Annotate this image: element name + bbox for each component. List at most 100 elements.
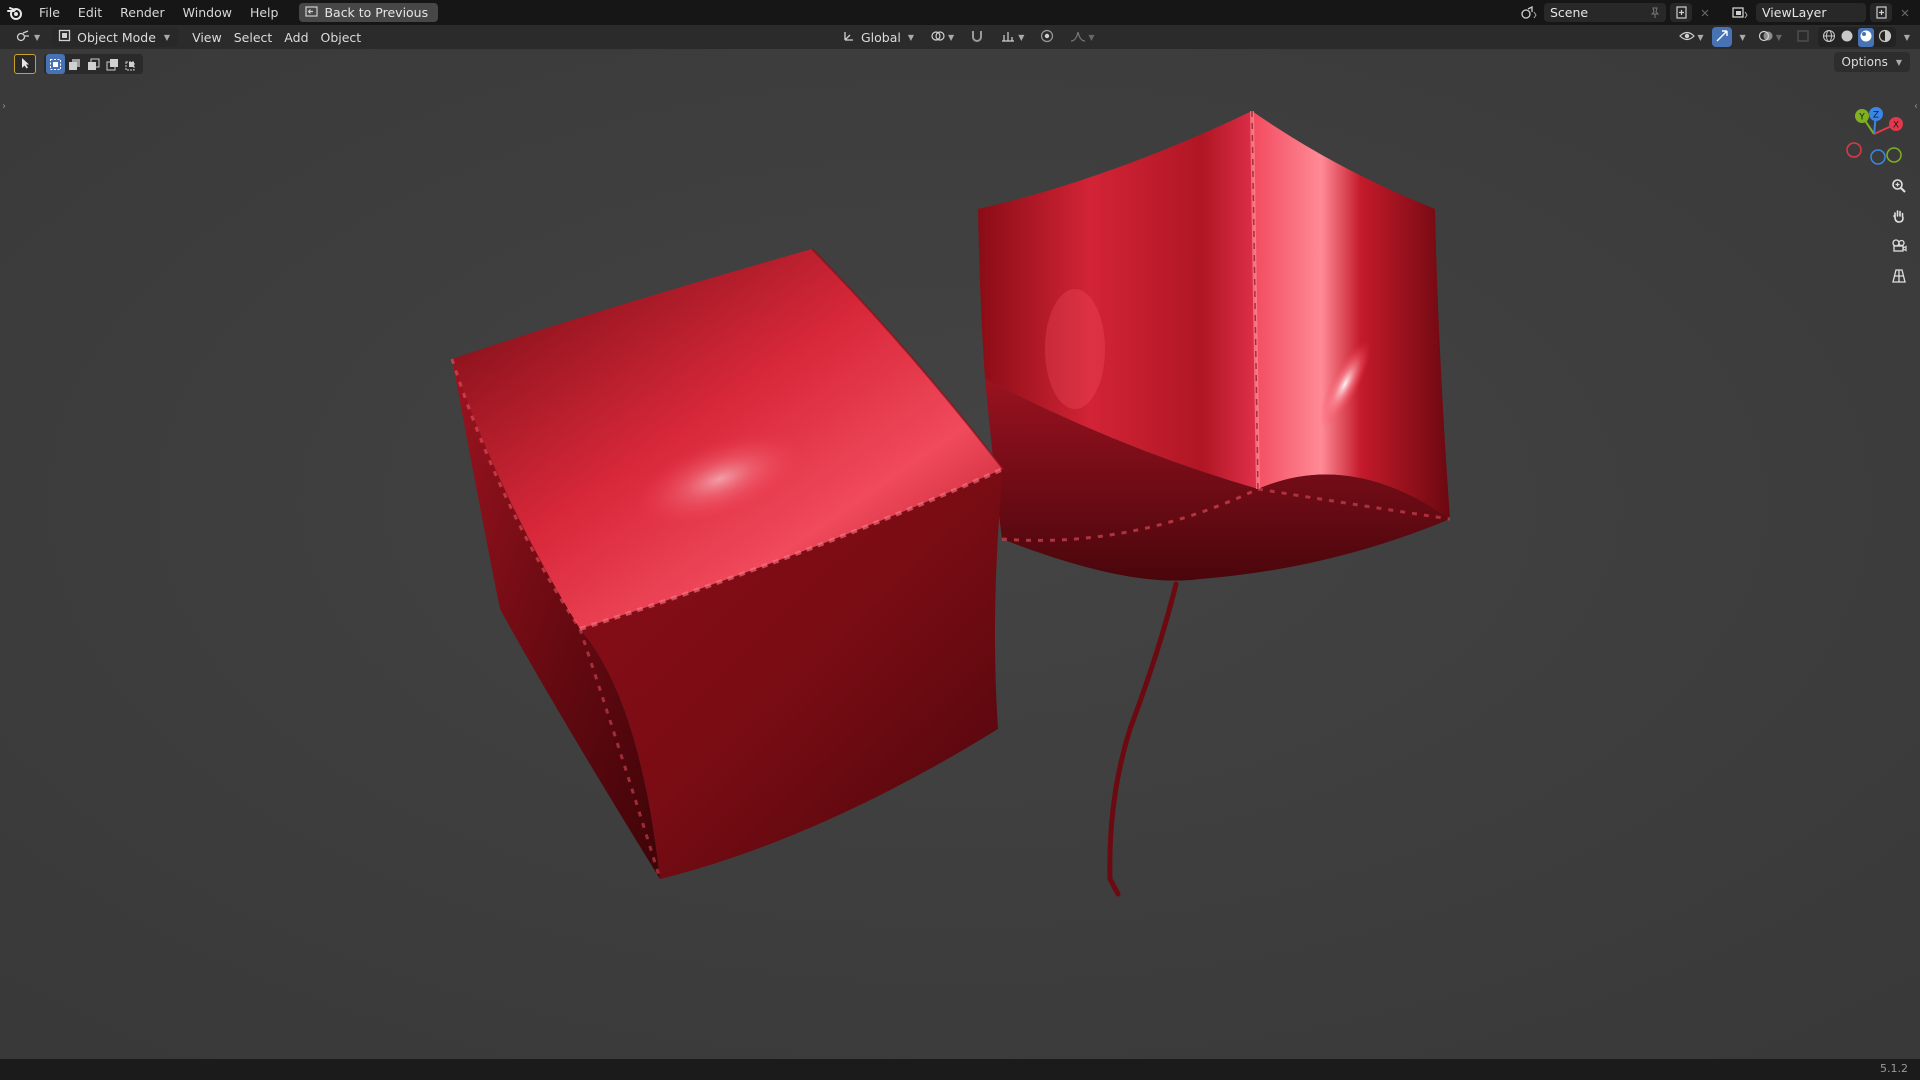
navigation-gizmo[interactable]: Y Z X — [1834, 94, 1914, 174]
view-layer-type-icon[interactable] — [1726, 3, 1756, 22]
menu-render[interactable]: Render — [111, 0, 174, 25]
scene-type-icon[interactable] — [1514, 3, 1544, 22]
object-mode-dropdown[interactable]: Object Mode ▼ — [52, 27, 179, 47]
xray-toggle[interactable] — [1790, 27, 1816, 47]
chevron-down-icon: ▼ — [1775, 32, 1782, 42]
chevron-down-icon: ▼ — [1739, 32, 1746, 42]
3d-viewport[interactable]: Options ▼ › ‹ Y Z X — [0, 49, 1920, 1059]
magnet-icon — [970, 29, 984, 46]
tool-settings-row — [14, 54, 143, 74]
falloff-dropdown[interactable]: ▼ — [1064, 27, 1100, 47]
remove-view-layer-icon[interactable] — [1894, 3, 1916, 22]
options-dropdown[interactable]: Options ▼ — [1833, 52, 1910, 72]
pivot-point-dropdown[interactable]: ▼ — [924, 27, 960, 47]
rendered-shading-icon[interactable] — [1878, 29, 1892, 46]
menu-add[interactable]: Add — [278, 27, 314, 47]
chevron-down-icon: ▼ — [34, 32, 41, 42]
menu-object[interactable]: Object — [315, 27, 368, 47]
chevron-down-icon: ▼ — [948, 32, 955, 42]
shading-mode-group — [1817, 27, 1896, 47]
menu-edit[interactable]: Edit — [69, 0, 111, 25]
select-extend-icon[interactable] — [65, 54, 84, 74]
shading-options-dropdown[interactable]: ▼ — [1898, 27, 1914, 47]
menu-view[interactable]: View — [186, 27, 228, 47]
menu-select[interactable]: Select — [228, 27, 279, 47]
status-bar: 5.1.2 — [0, 1059, 1920, 1080]
zoom-button[interactable] — [1886, 175, 1912, 199]
editor-type-button[interactable]: ▼ — [10, 27, 46, 47]
pin-icon[interactable] — [1644, 3, 1666, 22]
chevron-down-icon: ▼ — [1018, 32, 1025, 42]
viewport-header: ▼ Object Mode ▼ View Select Add Object G… — [0, 25, 1920, 49]
back-to-previous-label: Back to Previous — [324, 5, 429, 20]
proportional-editing-toggle[interactable] — [1034, 27, 1060, 47]
new-scene-icon[interactable] — [1670, 3, 1692, 22]
scene-name: Scene — [1550, 5, 1589, 20]
back-to-previous-button[interactable]: Back to Previous — [299, 3, 439, 22]
snap-target-dropdown[interactable]: ▼ — [994, 27, 1030, 47]
toolbar-expand-arrow-icon[interactable]: › — [2, 101, 6, 112]
transform-orientation-label: Global — [861, 29, 901, 45]
camera-icon — [1891, 238, 1907, 257]
3d-viewport-icon — [16, 29, 32, 46]
solid-shading-icon[interactable] — [1840, 29, 1854, 46]
falloff-curve-icon — [1070, 29, 1086, 46]
chevron-down-icon: ▼ — [1895, 57, 1902, 67]
select-intersect-icon[interactable] — [122, 54, 141, 74]
blender-logo-icon[interactable] — [0, 0, 30, 25]
object-mode-label: Object Mode — [77, 29, 156, 45]
camera-view-button[interactable] — [1886, 235, 1912, 259]
proportional-editing-icon — [1040, 29, 1054, 46]
select-invert-icon[interactable] — [103, 54, 122, 74]
new-view-layer-icon[interactable] — [1870, 3, 1892, 22]
scene-selector[interactable]: Scene — [1544, 3, 1666, 22]
pan-button[interactable] — [1886, 205, 1912, 229]
chevron-down-icon: ▼ — [1903, 32, 1910, 42]
top-menu-bar: File Edit Render Window Help Back to Pre… — [0, 0, 1920, 25]
hand-icon — [1891, 208, 1907, 227]
chevron-down-icon: ▼ — [1697, 32, 1704, 42]
perspective-grid-icon — [1891, 268, 1907, 287]
select-tool-button[interactable] — [14, 54, 36, 74]
gizmo-y-label: Y — [1858, 113, 1865, 123]
chevron-down-icon: ▼ — [1088, 32, 1095, 42]
overlays-icon — [1758, 29, 1774, 46]
gizmo-dropdown[interactable]: ▼ — [1734, 27, 1750, 47]
xray-icon — [1796, 29, 1810, 46]
chevron-down-icon: ▼ — [163, 32, 171, 42]
material-preview-shading-icon[interactable] — [1857, 27, 1874, 47]
pivot-point-icon — [930, 29, 946, 46]
select-new-icon[interactable] — [46, 54, 65, 74]
cursor-arrow-icon — [19, 57, 31, 72]
menu-help[interactable]: Help — [241, 0, 288, 25]
gizmo-x-label: X — [1893, 121, 1899, 131]
gizmo-toggle[interactable] — [1711, 27, 1732, 47]
scene-render — [0, 49, 1920, 1059]
snap-toggle[interactable] — [964, 27, 990, 47]
gizmo-z-label: Z — [1873, 111, 1879, 121]
sidebar-expand-arrow-icon[interactable]: ‹ — [1914, 101, 1918, 112]
options-label: Options — [1841, 55, 1888, 69]
object-mode-icon — [58, 29, 71, 45]
snap-increment-icon — [1000, 29, 1016, 46]
wireframe-shading-icon[interactable] — [1822, 29, 1836, 46]
version-label: 5.1.2 — [1880, 1062, 1908, 1075]
menu-window[interactable]: Window — [174, 0, 241, 25]
overlays-toggle[interactable]: ▼ — [1752, 27, 1788, 47]
chevron-down-icon: ▼ — [907, 32, 915, 42]
remove-scene-icon[interactable] — [1694, 3, 1716, 22]
visibility-dropdown[interactable]: ▼ — [1673, 27, 1709, 47]
gizmo-icon — [1715, 29, 1729, 46]
view-layer-name: ViewLayer — [1762, 5, 1827, 20]
navigation-controls — [1886, 175, 1912, 289]
perspective-toggle-button[interactable] — [1886, 265, 1912, 289]
screen-back-icon — [305, 5, 319, 20]
selection-mode-group — [44, 54, 143, 74]
select-subtract-icon[interactable] — [84, 54, 103, 74]
view-layer-selector[interactable]: ViewLayer — [1756, 3, 1866, 22]
eye-icon — [1679, 29, 1696, 46]
menu-file[interactable]: File — [30, 0, 69, 25]
zoom-magnifier-icon — [1891, 178, 1907, 197]
transform-orientation-dropdown[interactable]: Global ▼ — [836, 27, 920, 47]
orientation-axes-icon — [842, 29, 856, 46]
